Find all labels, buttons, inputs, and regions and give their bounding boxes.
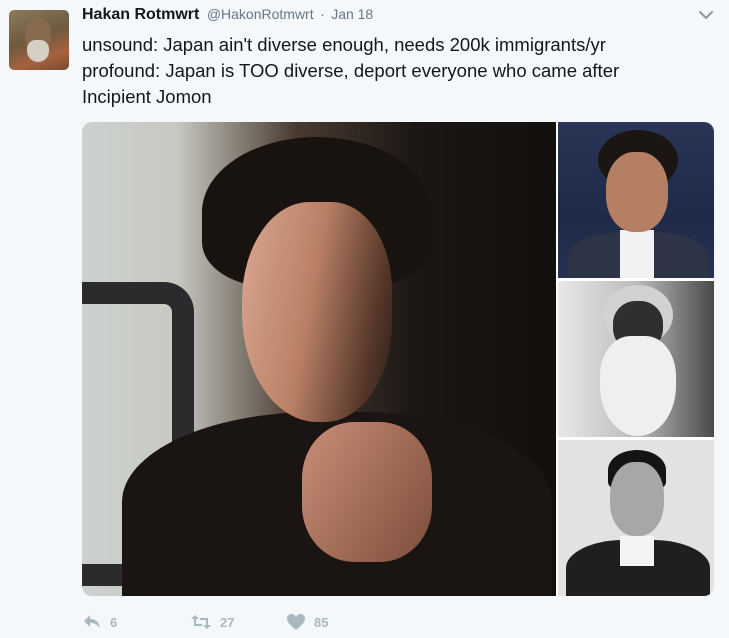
reply-icon	[84, 615, 100, 628]
reply-count: 6	[110, 614, 118, 630]
heart-icon	[287, 614, 305, 630]
retweet-button[interactable]: 27	[190, 612, 234, 632]
like-button[interactable]: 85	[286, 612, 328, 632]
photo-collar-shape	[620, 536, 654, 566]
media-photo-2[interactable]	[558, 122, 714, 278]
media-photo-4[interactable]	[558, 440, 714, 596]
tweet-text-line: profound: Japan is TOO diverse, deport e…	[82, 60, 620, 81]
retweet-icon	[191, 615, 211, 629]
media-photo-3[interactable]	[558, 281, 714, 437]
like-count: 85	[314, 614, 329, 630]
tweet-timestamp[interactable]: Jan 18	[331, 6, 373, 22]
author-name[interactable]: Hakan Rotmwrt	[82, 6, 199, 23]
photo-beard-shape	[600, 336, 676, 436]
tweet-header: Hakan Rotmwrt @HakonRotmwrt · Jan 18	[82, 6, 373, 28]
separator-dot: ·	[320, 6, 325, 22]
photo-face-shape	[606, 152, 668, 232]
photo-face-shape	[242, 202, 392, 422]
retweet-count: 27	[220, 614, 235, 630]
photo-shirt-shape	[620, 230, 654, 278]
photo-hand-shape	[302, 422, 432, 562]
author-handle[interactable]: @HakonRotmwrt	[207, 6, 314, 22]
tweet-text-line: Incipient Jomon	[82, 86, 212, 107]
avatar[interactable]	[9, 10, 69, 70]
tweet-media-grid	[82, 122, 714, 596]
reply-button[interactable]: 6	[82, 612, 117, 632]
media-photo-main[interactable]	[82, 122, 556, 596]
photo-face-shape	[610, 462, 664, 536]
tweet-text: unsound: Japan ain't diverse enough, nee…	[82, 32, 712, 110]
chevron-down-icon[interactable]	[698, 8, 714, 22]
tweet[interactable]: Hakan Rotmwrt @HakonRotmwrt · Jan 18 uns…	[0, 0, 729, 638]
tweet-text-line: unsound: Japan ain't diverse enough, nee…	[82, 34, 606, 55]
avatar-beard	[27, 40, 49, 62]
